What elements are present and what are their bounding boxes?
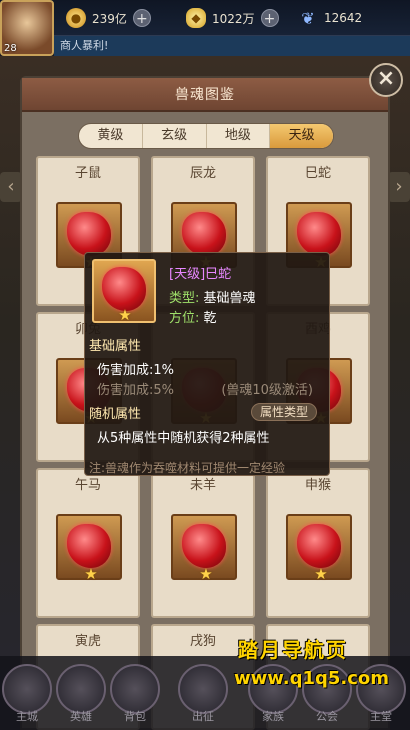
watermark-title: 踏月导航页 bbox=[238, 638, 348, 662]
red-gem-icon bbox=[182, 212, 226, 256]
coin-icon: ● bbox=[66, 8, 86, 28]
left-arrow-icon[interactable]: ‹ bbox=[0, 172, 22, 202]
tab-yellow[interactable]: 黄级 bbox=[79, 124, 143, 148]
type-label: 类型: bbox=[169, 291, 200, 306]
tooltip-title: [天级]巳蛇 bbox=[169, 267, 232, 282]
top-currency-bar: 28 ● 239亿 + ◆ 1022万 + ❦ 12642 bbox=[0, 0, 410, 56]
position-value: 乾 bbox=[203, 311, 217, 326]
attribute-unlock-hint: (兽魂10级激活) bbox=[221, 383, 313, 398]
soul-slot: ★ bbox=[56, 514, 122, 583]
ingots-value: 1022万 bbox=[212, 11, 255, 26]
random-attributes-heading: 随机属性 bbox=[89, 407, 142, 422]
add-ingots-button[interactable]: + bbox=[260, 9, 279, 27]
stamina-display: ❦ 12642 bbox=[298, 6, 362, 30]
announcement-text: 商人暴利! bbox=[60, 39, 109, 52]
tooltip-soul-slot: ★ bbox=[92, 259, 156, 323]
nav-label: 主堂 bbox=[370, 710, 392, 723]
soul-card[interactable]: 午马 ★ bbox=[36, 468, 140, 618]
close-button[interactable]: × bbox=[369, 63, 403, 97]
red-gem-icon bbox=[182, 524, 226, 568]
random-attribute-desc: 从5种属性中随机获得2种属性 bbox=[97, 431, 270, 446]
soul-card[interactable]: 未羊 ★ bbox=[151, 468, 255, 618]
add-coins-button[interactable]: + bbox=[132, 9, 151, 27]
tab-mystic[interactable]: 玄级 bbox=[143, 124, 207, 148]
nav-label: 背包 bbox=[124, 710, 146, 723]
attribute-type-button[interactable]: 属性类型 bbox=[250, 403, 317, 421]
red-gem-icon bbox=[297, 524, 341, 568]
nav-label: 出征 bbox=[192, 710, 214, 723]
type-value: 基础兽魂 bbox=[203, 291, 256, 306]
base-attributes-heading: 基础属性 bbox=[89, 339, 142, 354]
star-icon: ★ bbox=[118, 306, 132, 324]
soul-slot: ★ bbox=[171, 514, 237, 583]
soul-slot: ★ bbox=[286, 514, 352, 583]
soul-card-name: 巳蛇 bbox=[304, 166, 331, 181]
soul-card-name: 午马 bbox=[74, 478, 101, 493]
nav-label: 家族 bbox=[262, 710, 284, 723]
base-attribute-1: 伤害加成:1% bbox=[97, 363, 175, 378]
nav-hero-button[interactable] bbox=[56, 664, 106, 714]
position-label: 方位: bbox=[169, 311, 200, 326]
nav-label: 英雄 bbox=[70, 710, 92, 723]
nav-bag-button[interactable] bbox=[110, 664, 160, 714]
player-avatar[interactable]: 28 bbox=[0, 0, 54, 56]
tab-earth[interactable]: 地级 bbox=[207, 124, 271, 148]
coins-display: ● 239亿 + bbox=[66, 6, 151, 30]
base-attribute-2: 伤害加成:5% bbox=[97, 383, 175, 398]
soul-card[interactable]: 申猴 ★ bbox=[266, 468, 370, 618]
watermark-url: www.q1q5.com bbox=[234, 668, 390, 689]
right-arrow-icon[interactable]: › bbox=[388, 172, 410, 202]
soul-card-name: 寅虎 bbox=[74, 634, 101, 649]
tooltip-type-row: 类型: 基础兽魂 bbox=[169, 287, 256, 306]
red-gem-icon bbox=[297, 212, 341, 256]
coins-value: 239亿 bbox=[92, 11, 127, 26]
soul-card-name: 辰龙 bbox=[189, 166, 216, 181]
tooltip-position-row: 方位: 乾 bbox=[169, 307, 217, 326]
red-gem-icon bbox=[67, 524, 111, 568]
nav-label: 公会 bbox=[316, 710, 338, 723]
nav-battle-button[interactable] bbox=[178, 664, 228, 714]
player-level: 28 bbox=[4, 43, 17, 54]
panel-title: 兽魂图鉴 bbox=[22, 78, 388, 112]
star-icon: ★ bbox=[84, 565, 98, 583]
stamina-icon: ❦ bbox=[301, 8, 315, 28]
stamina-value: 12642 bbox=[324, 11, 363, 25]
tooltip-note: 注:兽魂作为吞噬材料可提供一定经验 bbox=[89, 461, 286, 475]
announcement-bar: 商人暴利! bbox=[54, 36, 410, 56]
red-gem-icon bbox=[67, 212, 111, 256]
soul-card-name: 子鼠 bbox=[74, 166, 101, 181]
soul-detail-tooltip: ★ [天级]巳蛇 类型: 基础兽魂 方位: 乾 基础属性 伤害加成:1% 伤害加… bbox=[84, 252, 330, 476]
rarity-tabs: 黄级 玄级 地级 天级 bbox=[78, 123, 334, 149]
nav-label: 主城 bbox=[16, 710, 38, 723]
star-icon: ★ bbox=[314, 565, 328, 583]
ingots-display: ◆ 1022万 + bbox=[186, 6, 279, 30]
tab-heaven[interactable]: 天级 bbox=[270, 124, 333, 148]
soul-card-name: 申猴 bbox=[304, 478, 331, 493]
nav-home-button[interactable] bbox=[2, 664, 52, 714]
soul-card-name: 未羊 bbox=[189, 478, 216, 493]
ingot-icon: ◆ bbox=[186, 8, 206, 28]
star-icon: ★ bbox=[199, 565, 213, 583]
red-gem-icon bbox=[102, 267, 146, 311]
